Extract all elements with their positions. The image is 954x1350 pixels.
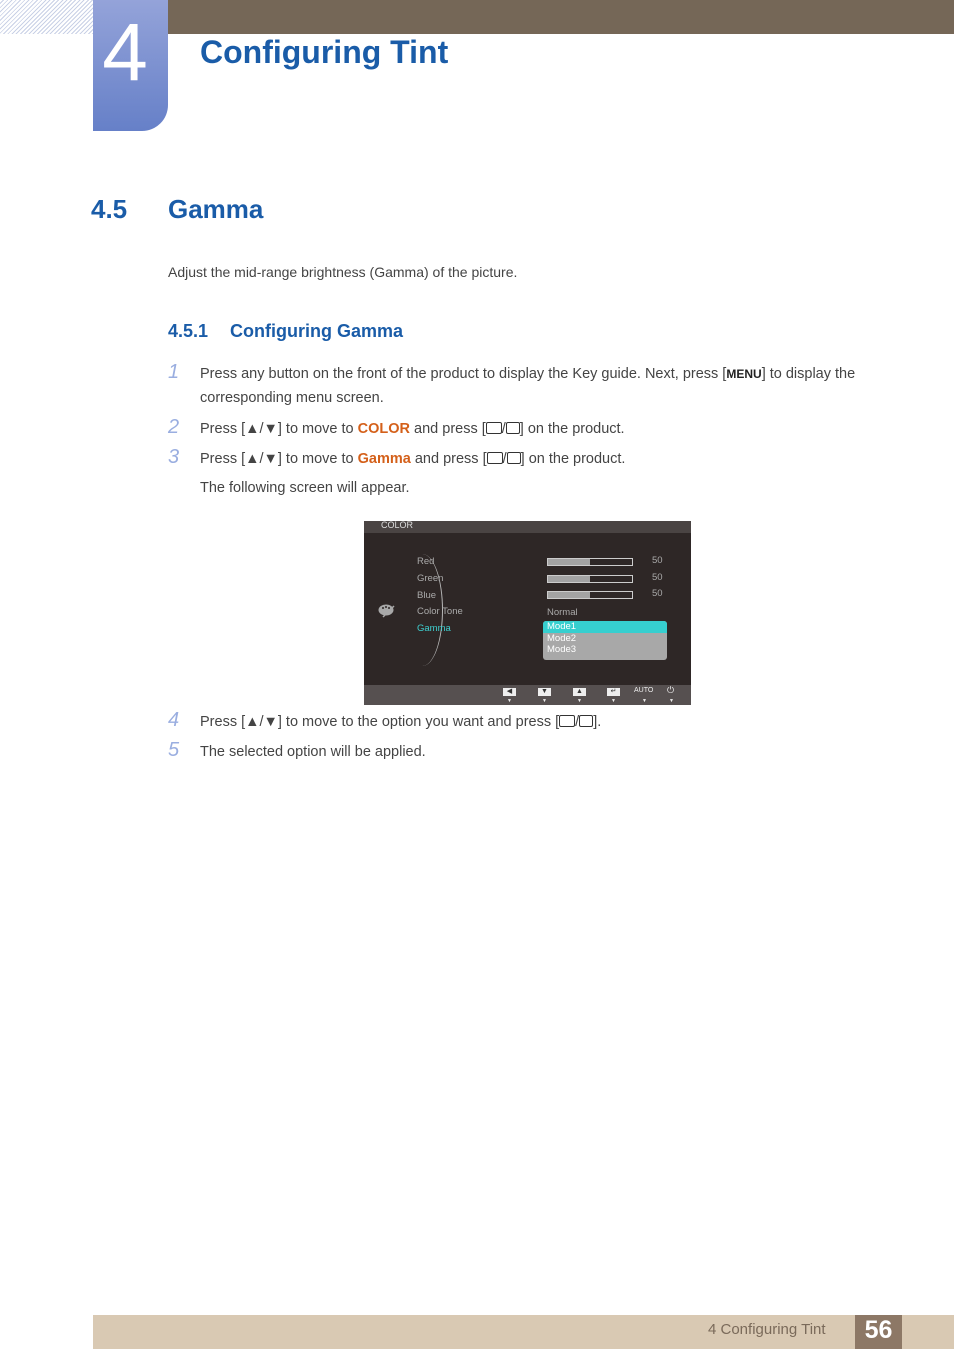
up-arrow-icon: ▲	[573, 688, 586, 696]
key-pointer: ▼	[642, 698, 647, 704]
step-text-part: ].	[593, 714, 602, 730]
palette-icon	[378, 604, 395, 618]
step-text-part: Press any button on the front of the pro…	[200, 366, 727, 382]
step-number: 1	[168, 361, 180, 383]
osd-title: COLOR	[381, 520, 414, 530]
footer-chapter-label: 4 Configuring Tint	[708, 1321, 826, 1338]
section-intro: Adjust the mid-range brightness (Gamma) …	[168, 264, 518, 280]
slider-fill	[548, 576, 590, 582]
page-number: 56	[864, 1316, 893, 1344]
step-number: 3	[168, 446, 180, 468]
slider-fill	[548, 592, 590, 598]
down-arrow-icon: ▼	[538, 688, 551, 696]
osd-item-gamma: Gamma	[417, 623, 451, 634]
step-text: Press any button on the front of the pro…	[200, 362, 890, 410]
red-slider	[547, 558, 633, 566]
enter-button-icon	[506, 452, 521, 464]
step-text-part: ] on the product.	[520, 451, 626, 467]
osd-item-blue: Blue	[417, 590, 437, 601]
step-number: 2	[168, 416, 180, 438]
chapter-number: 4	[102, 7, 148, 98]
enter-icon: ↵	[607, 688, 620, 696]
step-text-part: and press [	[410, 451, 487, 467]
gamma-option-mode2: Mode2	[547, 632, 577, 644]
gamma-option-mode3: Mode3	[547, 644, 577, 655]
subsection-title: Configuring Gamma	[230, 321, 404, 341]
decorative-hatch	[0, 0, 93, 34]
blue-slider	[547, 591, 633, 599]
step-number: 4	[168, 709, 180, 731]
chapter-badge: 4	[93, 0, 168, 131]
page-number-box: 56	[855, 1315, 902, 1349]
highlight-gamma: Gamma	[357, 451, 411, 467]
step-text: Press [▲/▼] to move to COLOR and press […	[200, 421, 625, 437]
key-pointer: ▼	[542, 698, 547, 704]
osd-item-green: Green	[417, 573, 444, 584]
auto-label: AUTO	[634, 687, 654, 694]
slider-fill	[548, 559, 590, 565]
source-button-icon	[485, 422, 502, 434]
gamma-option-mode1: Mode1	[543, 621, 667, 633]
osd-menu-screenshot: COLOR Red Green Blue Color Tone Gamma 50…	[364, 520, 691, 705]
enter-button-icon	[505, 422, 520, 434]
osd-item-color-tone: Color Tone	[417, 606, 463, 617]
step-note: The following screen will appear.	[200, 480, 410, 496]
green-value: 50	[652, 572, 663, 583]
step-text-part: Press [▲/▼] to move to	[200, 451, 358, 467]
step-text: Press [▲/▼] to move to the option you wa…	[200, 714, 602, 730]
blue-value: 50	[652, 588, 663, 599]
highlight-color: COLOR	[357, 421, 410, 437]
osd-key-guide: ◀ ▼ ▲ ↵ AUTO ⏻ ▼ ▼ ▼ ▼ ▼ ▼	[364, 685, 691, 705]
green-slider	[547, 575, 633, 583]
key-pointer: ▼	[577, 698, 582, 704]
step-number: 5	[168, 739, 180, 761]
step-text-part: ] on the product.	[519, 421, 625, 437]
enter-button-icon	[579, 715, 594, 727]
step-text: The selected option will be applied.	[200, 744, 426, 760]
color-tone-value: Normal	[547, 607, 578, 618]
menu-key: MENU	[726, 367, 762, 381]
section-number: 4.5	[91, 194, 128, 224]
step-text-part: Press [▲/▼] to move to	[200, 421, 358, 437]
source-button-icon	[559, 715, 576, 727]
header-bar	[168, 0, 954, 34]
osd-header: COLOR	[364, 520, 691, 533]
gamma-dropdown: Mode1 Mode2 Mode3	[543, 621, 667, 660]
step-text-part: and press [	[410, 421, 486, 437]
key-pointer: ▼	[669, 698, 674, 704]
power-icon: ⏻	[667, 685, 675, 695]
key-pointer: ▼	[611, 698, 616, 704]
step-text: Press [▲/▼] to move to Gamma and press […	[200, 451, 626, 467]
step-text-part: Press [▲/▼] to move to the option you wa…	[200, 714, 560, 730]
source-button-icon	[486, 452, 503, 464]
subsection-number: 4.5.1	[168, 321, 209, 341]
osd-item-red: Red	[417, 556, 435, 567]
key-pointer: ▼	[507, 698, 512, 704]
left-arrow-icon: ◀	[503, 688, 516, 696]
section-title: Gamma	[168, 194, 264, 224]
red-value: 50	[652, 555, 663, 566]
chapter-title: Configuring Tint	[200, 34, 449, 70]
